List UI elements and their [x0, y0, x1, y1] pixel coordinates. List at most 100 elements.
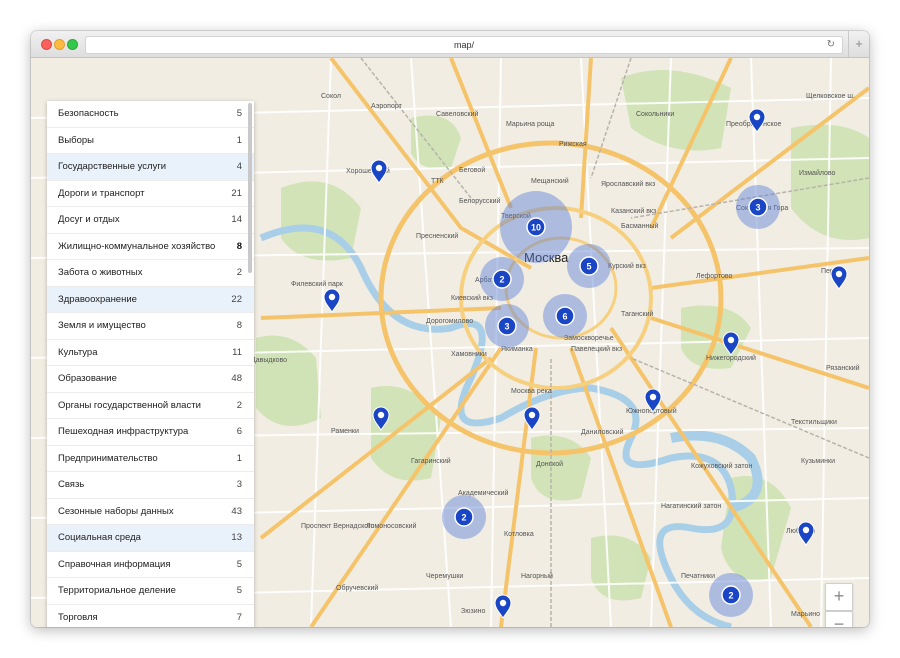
minimize-window-button[interactable]	[54, 39, 65, 50]
category-label: Государственные услуги	[58, 161, 167, 173]
category-count: 7	[236, 611, 242, 623]
category-item[interactable]: Торговля 7	[47, 605, 254, 628]
map-label: Ярославский вкз	[601, 180, 655, 188]
map-label: Раменки	[331, 428, 359, 435]
cluster-count: 2	[728, 591, 733, 601]
category-item[interactable]: Территориальное деление 5	[47, 578, 254, 605]
cluster-count: 10	[531, 223, 541, 233]
map-label: Мещанский	[531, 177, 569, 185]
map-label: Марьина роща	[506, 121, 555, 128]
cluster-marker[interactable]: 2	[442, 495, 486, 539]
category-count: 5	[236, 108, 242, 120]
scrollbar[interactable]	[248, 103, 252, 273]
category-item[interactable]: Социальная среда 13	[47, 525, 254, 552]
category-count: 1	[236, 134, 242, 146]
title-bar: map/ ↻ +	[31, 31, 869, 58]
cluster-marker[interactable]: 2	[480, 257, 524, 301]
category-item[interactable]: Пешеходная инфраструктура 6	[47, 419, 254, 446]
map-label: Проспект Вернадского	[301, 523, 375, 530]
category-item[interactable]: Дороги и транспорт 21	[47, 181, 254, 207]
map-label: Давыдково	[251, 357, 287, 364]
map-label: Сокольники	[636, 111, 674, 118]
zoom-out-button[interactable]: −	[825, 611, 853, 627]
cluster-count: 5	[586, 262, 591, 272]
category-item[interactable]: Сезонные наборы данных 43	[47, 499, 254, 525]
category-item[interactable]: Безопасность 5	[47, 101, 254, 128]
category-item[interactable]: Выборы 1	[47, 128, 254, 154]
category-list[interactable]: Безопасность 5 Выборы 1 Государственные услу…	[47, 101, 254, 627]
map-label: Пресненский	[416, 232, 458, 240]
maximize-window-button[interactable]	[67, 39, 78, 50]
cluster-marker[interactable]: 6	[543, 294, 587, 338]
reload-icon[interactable]: ↻	[827, 37, 835, 53]
address-bar[interactable]: map/ ↻	[85, 36, 843, 54]
category-count: 14	[231, 214, 242, 226]
category-item[interactable]: Предпринимательство 1	[47, 446, 254, 472]
map-label: Аэропорт	[371, 103, 403, 110]
category-count: 3	[236, 479, 242, 491]
category-label: Органы государственной власти	[58, 399, 201, 411]
zoom-in-button[interactable]: +	[825, 583, 853, 611]
category-count: 6	[236, 426, 242, 438]
category-item[interactable]: Здравоохранение 22	[47, 286, 254, 313]
category-label: Пешеходная инфраструктура	[58, 426, 189, 438]
cluster-marker[interactable]: 10	[500, 191, 572, 263]
category-item[interactable]: Справочная информация 5	[47, 552, 254, 578]
map-label: Гагаринский	[411, 457, 451, 465]
category-count: 22	[231, 293, 242, 305]
cluster-marker[interactable]: 2	[709, 573, 753, 617]
map-label: Даниловский	[581, 428, 624, 436]
map-label: ТТК	[431, 178, 445, 185]
cluster-count: 2	[499, 275, 504, 285]
category-count: 2	[236, 399, 242, 411]
category-label: Территориальное деление	[58, 585, 176, 597]
category-item[interactable]: Образование 48	[47, 366, 254, 393]
category-item[interactable]: Досуг и отдых 14	[47, 207, 254, 234]
map-label: Кожуховский затон	[691, 462, 752, 470]
category-count: 5	[236, 558, 242, 570]
category-count: 13	[231, 532, 242, 544]
cluster-marker[interactable]: 3	[736, 185, 780, 229]
category-label: Безопасность	[58, 108, 119, 120]
new-tab-button[interactable]: +	[848, 31, 869, 57]
category-label: Справочная информация	[58, 558, 171, 570]
category-label: Здравоохранение	[58, 293, 137, 305]
category-item[interactable]: Органы государственной власти 2	[47, 393, 254, 419]
url-text: map/	[453, 40, 474, 50]
category-label: Социальная среда	[58, 532, 141, 544]
category-label: Связь	[58, 479, 85, 491]
map-label: Лефортово	[696, 273, 733, 280]
category-label: Забота о животных	[58, 267, 143, 279]
map-label: Текстильщики	[791, 419, 837, 426]
category-count: 5	[236, 585, 242, 597]
cluster-count: 3	[755, 203, 760, 213]
category-label: Выборы	[58, 134, 95, 146]
cluster-count: 2	[461, 513, 466, 523]
map-label: Киевский вкз	[451, 294, 493, 302]
category-count: 8	[236, 240, 242, 252]
category-item[interactable]: Культура 11	[47, 340, 254, 366]
category-item[interactable]: Земля и имущество 8	[47, 313, 254, 340]
category-count: 4	[236, 161, 242, 173]
map-label: Савеловский	[436, 110, 478, 118]
map-area[interactable]: Сокол Аэропорт Савеловский Марьина роща Рижс…	[31, 58, 869, 627]
cluster-marker[interactable]: 3	[485, 304, 529, 348]
map-label: Рязанский	[826, 364, 860, 372]
category-count: 48	[231, 373, 242, 385]
map-label: Москва река	[511, 388, 552, 395]
category-label: Образование	[58, 373, 117, 385]
cluster-marker[interactable]: 5	[567, 244, 611, 288]
map-label: Печатники	[681, 573, 715, 580]
map-label: Котловка	[504, 531, 534, 538]
close-window-button[interactable]	[41, 39, 52, 50]
map-label: Рижская	[559, 141, 587, 148]
map-label: Белорусский	[459, 197, 501, 205]
category-item[interactable]: Государственные услуги 4	[47, 154, 254, 181]
category-count: 8	[236, 320, 242, 332]
category-item[interactable]: Связь 3	[47, 472, 254, 499]
category-item[interactable]: Жилищно-коммунальное хозяйство 8	[47, 234, 254, 260]
map-label: Басманный	[621, 222, 658, 230]
category-item[interactable]: Забота о животных 2	[47, 260, 254, 287]
category-label: Дороги и транспорт	[58, 187, 145, 199]
map-label: Ломоносовский	[366, 522, 417, 530]
